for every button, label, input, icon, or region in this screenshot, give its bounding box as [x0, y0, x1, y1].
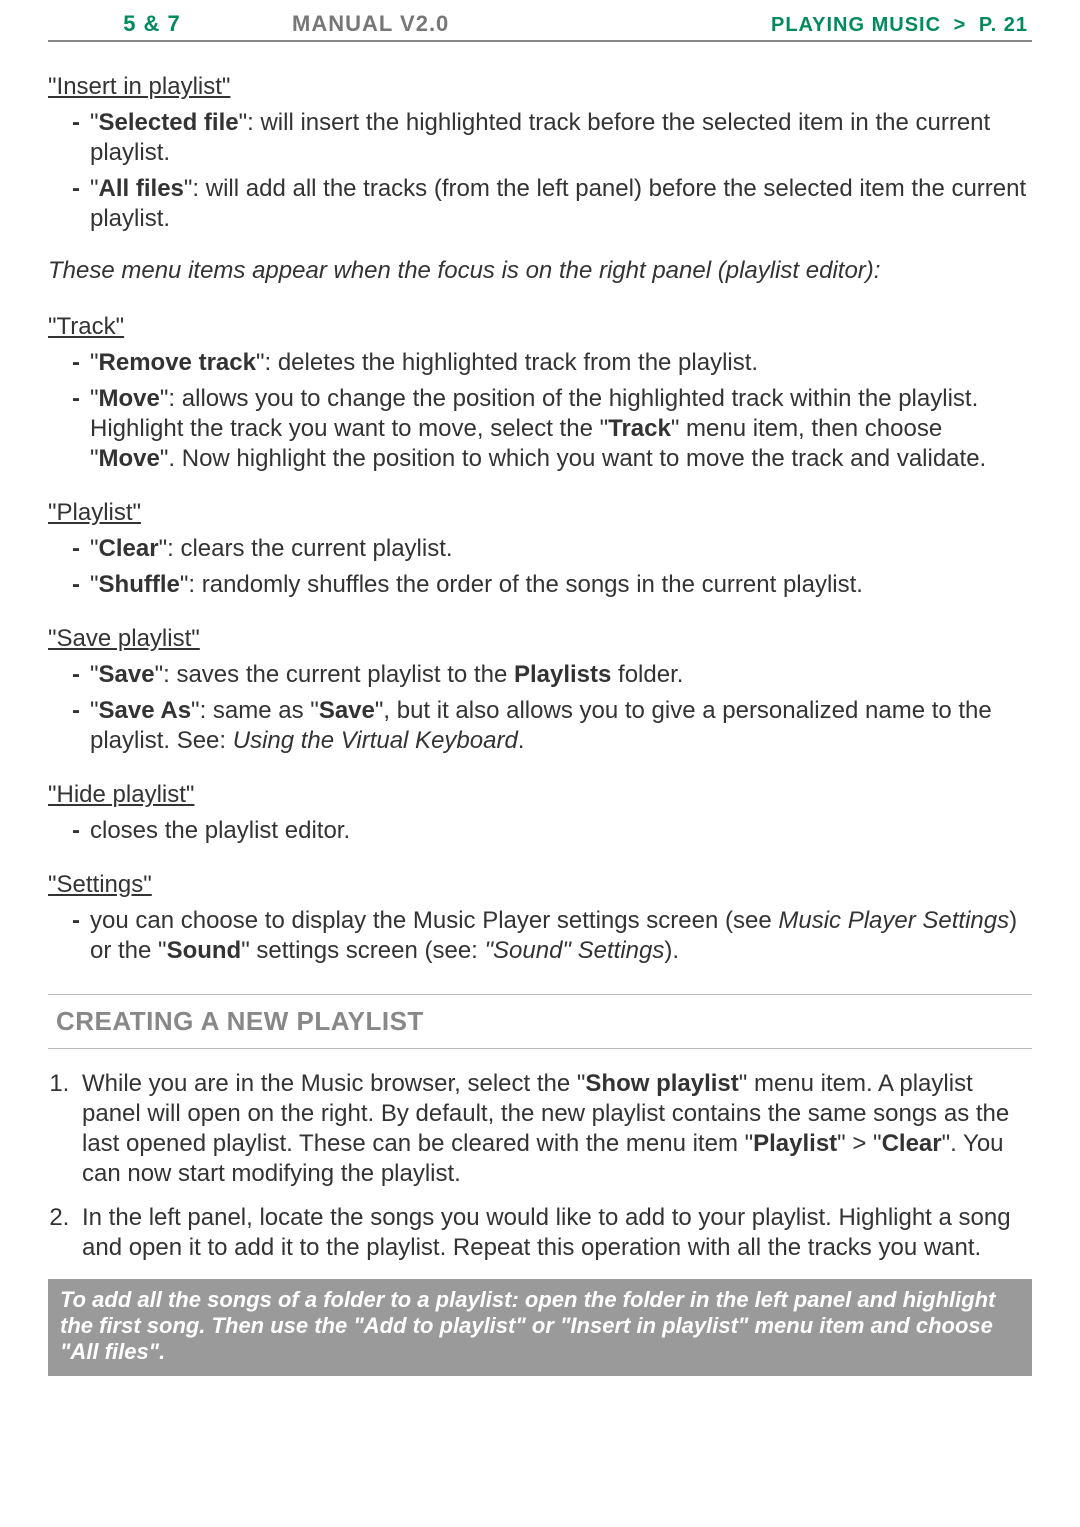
header-section: PLAYING MUSIC — [771, 14, 941, 36]
term: All files — [99, 175, 184, 202]
ital-ref: "Sound" Settings — [485, 937, 665, 964]
context-note: These menu items appear when the focus i… — [48, 256, 1032, 286]
list-item: "Clear": clears the current playlist. — [76, 534, 1032, 564]
ital-ref: Using the Virtual Keyboard — [233, 727, 518, 754]
desc: ". Now highlight the position to which y… — [160, 445, 986, 472]
step-item: While you are in the Music browser, sele… — [76, 1069, 1032, 1189]
list-item: "All files": will add all the tracks (fr… — [76, 174, 1032, 234]
desc: : saves the current playlist to the — [163, 661, 514, 688]
heading-creating-new-playlist: CREATING A NEW PLAYLIST — [48, 994, 1032, 1049]
list-item: closes the playlist editor. — [76, 816, 1032, 846]
header-separator: > — [954, 14, 967, 36]
step-item: In the left panel, locate the songs you … — [76, 1203, 1032, 1263]
header-page-number: P. 21 — [979, 14, 1028, 36]
term: Remove track — [99, 349, 256, 376]
term: Save — [99, 661, 155, 688]
term: Clear — [99, 535, 159, 562]
desc: " settings screen (see: — [241, 937, 484, 964]
save-playlist-list: "Save": saves the current playlist to th… — [48, 660, 1032, 756]
bold-ref: Save — [319, 697, 375, 724]
bold-ref: Show playlist — [585, 1070, 738, 1097]
list-item: "Move": allows you to change the positio… — [76, 384, 1032, 474]
bold-ref: Clear — [882, 1130, 942, 1157]
desc: : same as " — [200, 697, 319, 724]
desc: you can choose to display the Music Play… — [90, 907, 778, 934]
header-breadcrumb: PLAYING MUSIC > P. 21 — [771, 13, 1028, 38]
hide-playlist-list: closes the playlist editor. — [48, 816, 1032, 846]
header-manual-version: MANUAL V2.0 — [292, 10, 449, 38]
section-title-insert-in-playlist: "Insert in playlist" — [48, 72, 230, 102]
bold-ref: Playlists — [514, 661, 611, 688]
bold-ref: Move — [99, 445, 160, 472]
ital-ref: Music Player Settings — [778, 907, 1009, 934]
term: Move — [99, 385, 160, 412]
bold-ref: Sound — [167, 937, 242, 964]
list-item: "Save": saves the current playlist to th… — [76, 660, 1032, 690]
header-product: 5 & 7 — [52, 10, 252, 38]
section-title-track: "Track" — [48, 312, 124, 342]
desc: folder. — [611, 661, 683, 688]
desc: ). — [664, 937, 679, 964]
desc: : will add all the tracks (from the left… — [90, 175, 1026, 232]
playlist-list: "Clear": clears the current playlist. "S… — [48, 534, 1032, 600]
list-item: "Remove track": deletes the highlighted … — [76, 348, 1032, 378]
section-title-settings: "Settings" — [48, 870, 152, 900]
term: Selected file — [99, 109, 239, 136]
bold-ref: Track — [608, 415, 671, 442]
track-list: "Remove track": deletes the highlighted … — [48, 348, 1032, 474]
desc: : clears the current playlist. — [167, 535, 452, 562]
list-item: you can choose to display the Music Play… — [76, 906, 1032, 966]
insert-in-playlist-list: "Selected file": will insert the highlig… — [48, 108, 1032, 234]
desc: " > " — [837, 1130, 881, 1157]
steps-list: While you are in the Music browser, sele… — [48, 1069, 1032, 1263]
desc: . — [518, 727, 525, 754]
bold-ref: Playlist — [753, 1130, 837, 1157]
list-item: "Save As": same as "Save", but it also a… — [76, 696, 1032, 756]
section-title-hide-playlist: "Hide playlist" — [48, 780, 194, 810]
desc: : deletes the highlighted track from the… — [264, 349, 758, 376]
page-header: 5 & 7 MANUAL V2.0 PLAYING MUSIC > P. 21 — [48, 0, 1032, 42]
settings-list: you can choose to display the Music Play… — [48, 906, 1032, 966]
tip-box: To add all the songs of a folder to a pl… — [48, 1279, 1032, 1376]
section-title-save-playlist: "Save playlist" — [48, 624, 200, 654]
list-item: "Selected file": will insert the highlig… — [76, 108, 1032, 168]
desc: While you are in the Music browser, sele… — [82, 1070, 585, 1097]
list-item: "Shuffle": randomly shuffles the order o… — [76, 570, 1032, 600]
term: Shuffle — [99, 571, 180, 598]
desc: : randomly shuffles the order of the son… — [188, 571, 863, 598]
term: Save As — [99, 697, 192, 724]
section-title-playlist: "Playlist" — [48, 498, 141, 528]
